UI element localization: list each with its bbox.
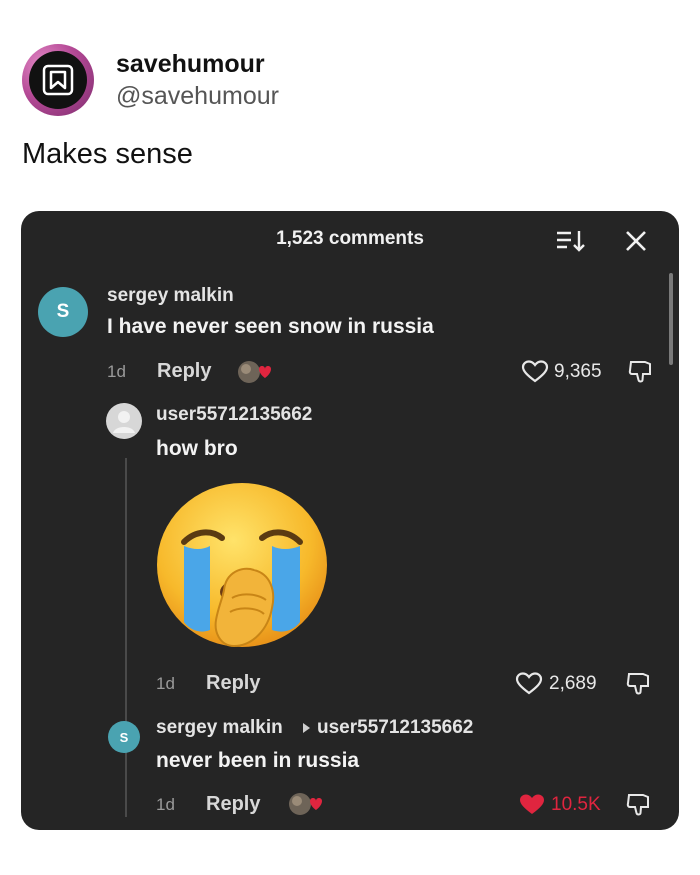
like-count: 2,689 <box>549 673 597 694</box>
heart-icon[interactable] <box>515 672 543 696</box>
comment-text: never been in russia <box>156 749 360 772</box>
like-count: 10.5K <box>551 794 601 815</box>
comment-username[interactable]: sergey malkin <box>107 285 234 307</box>
author-avatar[interactable] <box>22 44 94 116</box>
reply-button[interactable]: Reply <box>157 360 211 383</box>
avatar[interactable]: S <box>38 287 88 337</box>
author-name[interactable]: savehumour <box>116 50 265 79</box>
reply-arrow-icon <box>303 723 310 733</box>
scrollbar[interactable] <box>669 273 673 365</box>
comment-username[interactable]: user55712135662 <box>156 404 312 426</box>
crying-face-emoji <box>157 483 327 648</box>
heart-filled-icon[interactable] <box>518 793 546 817</box>
comment-time: 1d <box>107 362 126 381</box>
reply-button[interactable]: Reply <box>206 672 260 695</box>
comment-username[interactable]: sergey malkin <box>156 717 283 739</box>
avatar[interactable]: S <box>108 721 140 753</box>
post-text: Makes sense <box>22 138 193 170</box>
like-count: 9,365 <box>554 361 602 382</box>
reply-button[interactable]: Reply <box>206 793 260 816</box>
comment-time: 1d <box>156 674 175 693</box>
bookmark-logo-icon <box>29 51 87 109</box>
comments-screenshot: 1,523 comments S sergey malkin I have ne… <box>21 211 679 830</box>
default-avatar[interactable] <box>106 403 142 439</box>
comment-time: 1d <box>156 795 175 814</box>
reply-to-username[interactable]: user55712135662 <box>317 717 473 739</box>
dislike-icon[interactable] <box>625 792 653 818</box>
creator-liked-icon <box>289 793 322 815</box>
dislike-icon[interactable] <box>625 671 653 697</box>
comment-text: I have never seen snow in russia <box>107 315 434 338</box>
heart-icon[interactable] <box>521 360 549 384</box>
comment-text: how bro <box>156 437 238 460</box>
thread-line <box>125 458 127 817</box>
sort-icon[interactable] <box>556 228 586 254</box>
close-icon[interactable] <box>623 228 649 254</box>
dislike-icon[interactable] <box>627 359 655 385</box>
creator-liked-icon <box>238 361 271 383</box>
author-handle[interactable]: @savehumour <box>116 82 279 111</box>
